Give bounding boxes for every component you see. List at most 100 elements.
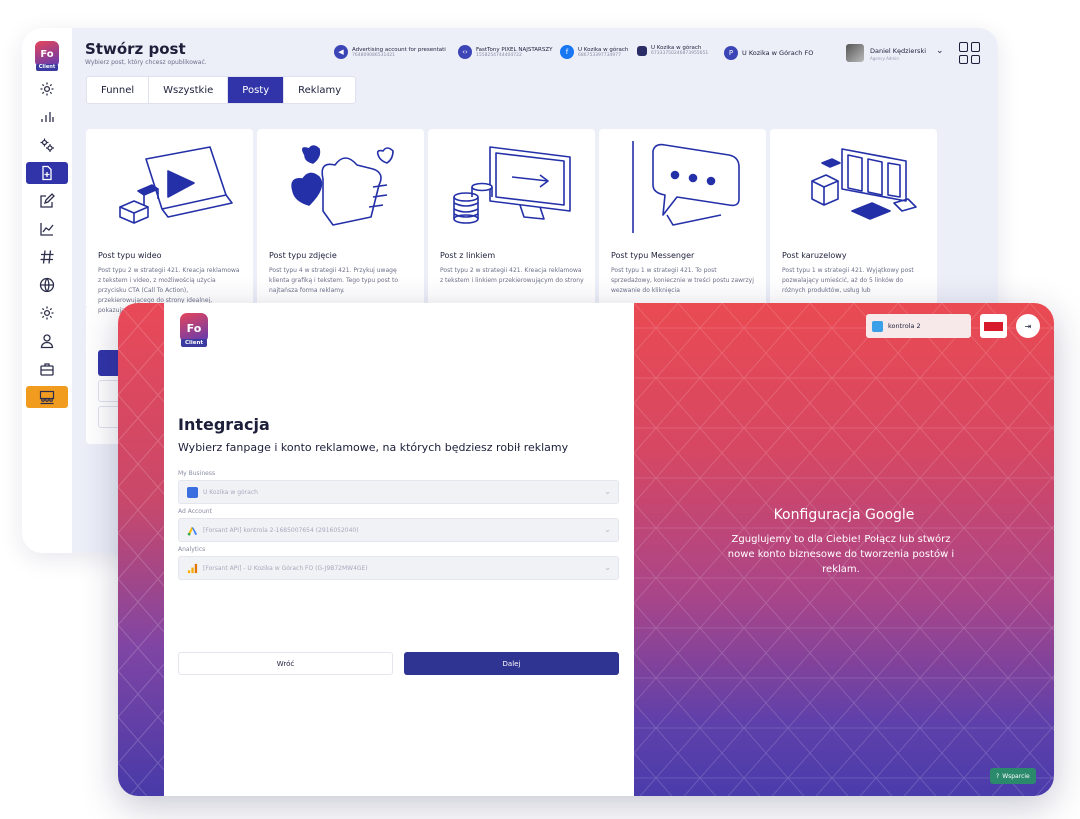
avatar[interactable] xyxy=(846,44,864,62)
account-chip-label: kontrola 2 xyxy=(888,322,921,330)
integration-modal: Fo Client Integracja Wybierz fanpage i k… xyxy=(118,303,1054,796)
new-document-icon[interactable] xyxy=(26,162,68,184)
triangle-pattern xyxy=(118,303,164,796)
analytics-select[interactable]: [Forsant API] - U Kozika w Górach FO (G-… xyxy=(178,556,619,580)
tab-all[interactable]: Wszystkie xyxy=(149,77,229,103)
tab-funnel[interactable]: Funnel xyxy=(87,77,150,103)
pixel-name: FastTony PIXEL NAJSTARSZY xyxy=(476,46,553,53)
post-type-card-image[interactable]: Post typu zdjęcie Post typu 4 w strategi… xyxy=(257,129,424,309)
card-description: Post typu 1 w strategii 421. To post spr… xyxy=(611,267,754,294)
user-name: Daniel Kędzierski xyxy=(870,47,927,55)
sidebar: Fo Client xyxy=(22,28,72,553)
page-title: Stwórz post xyxy=(85,40,186,58)
analytics-label: Analytics xyxy=(178,546,206,553)
bar-chart-icon[interactable] xyxy=(26,106,68,128)
facebook-icon: f xyxy=(560,45,574,59)
card-description: Post typu 1 w strategii 421. Wyjątkowy p… xyxy=(782,267,914,294)
integration-title: Integracja xyxy=(178,415,270,434)
logo-text: Fo xyxy=(40,48,54,60)
edit-icon[interactable] xyxy=(26,190,68,212)
card-title: Post karuzelowy xyxy=(782,251,847,260)
logo-text: Fo xyxy=(186,321,202,335)
fanpage-name: U Kozika w górach xyxy=(578,46,629,53)
like-illustration-icon xyxy=(291,145,394,226)
fanpage-id: 686753397734977 xyxy=(578,52,621,58)
post-type-card-messenger[interactable]: Post typu Messenger Post typu 1 w strate… xyxy=(599,129,766,309)
trend-chart-icon[interactable] xyxy=(26,218,68,240)
page-subtitle: Wybierz post, który chcesz opublikować. xyxy=(85,59,207,66)
my-business-label: My Business xyxy=(178,470,216,477)
business-selector[interactable]: U Kozika w górach 67333750246873955651 xyxy=(637,45,708,56)
language-flag-button[interactable] xyxy=(980,314,1007,338)
account-name: Advertising account for presentati xyxy=(352,46,446,53)
card-title: Post typu zdjęcie xyxy=(269,251,337,260)
screenshot-stage: Fo Client Stwórz post Wybierz post, któr… xyxy=(0,0,1080,819)
card-description: Post typu 4 w strategii 421. Przykuj uwa… xyxy=(269,267,398,294)
integration-form-panel xyxy=(164,303,634,796)
card-title: Post typu wideo xyxy=(98,251,162,260)
logo-subtext: Client xyxy=(36,64,58,71)
chevron-down-icon[interactable]: ⌄ xyxy=(936,46,944,56)
logout-icon[interactable]: ⇥ xyxy=(1016,314,1040,338)
business-icon xyxy=(637,45,647,56)
chevron-down-icon: ⌄ xyxy=(604,563,611,572)
google-config-title: Konfiguracja Google xyxy=(773,507,915,523)
pinterest-selector[interactable]: P U Kozika w Górach FO xyxy=(724,46,813,60)
pinterest-name: U Kozika w Górach FO xyxy=(742,49,814,57)
account-chip[interactable]: kontrola 2 xyxy=(866,314,971,338)
app-logo[interactable]: Fo Client xyxy=(180,313,208,347)
post-type-card-video[interactable]: Post typu wideo Post typu 2 w strategii … xyxy=(86,129,253,314)
post-type-card-link[interactable]: Post z linkiem Post typu 2 w strategii 4… xyxy=(428,129,595,309)
hashtag-icon[interactable] xyxy=(26,246,68,268)
analytics-icon xyxy=(187,563,198,573)
chevron-down-icon: ⌄ xyxy=(604,525,611,534)
help-icon: ? xyxy=(996,772,1000,780)
back-button[interactable]: Wróć xyxy=(178,652,393,675)
my-business-value: U Kozika w górach xyxy=(203,488,258,496)
google-ads-icon xyxy=(187,526,198,536)
account-id: 764809086531421 xyxy=(352,52,395,58)
gears-icon[interactable] xyxy=(26,134,68,156)
globe-icon[interactable] xyxy=(26,274,68,296)
logo-subtext: Client xyxy=(181,339,207,347)
app-logo[interactable]: Fo Client xyxy=(35,41,59,71)
pixel-selector[interactable]: ‹› FastTony PIXEL NAJSTARSZY 155825474440… xyxy=(458,45,552,59)
chevron-down-icon: ⌄ xyxy=(604,487,611,496)
tab-bar: Funnel Wszystkie Posty Reklamy xyxy=(86,76,357,104)
flag-icon xyxy=(984,321,1003,331)
support-label: Wsparcie xyxy=(1002,772,1030,780)
team-icon[interactable] xyxy=(26,386,68,408)
monitor-illustration-icon xyxy=(453,146,571,224)
card-title: Post z linkiem xyxy=(440,251,496,260)
account-icon xyxy=(872,320,883,332)
carousel-illustration-icon xyxy=(811,148,917,220)
support-button[interactable]: ? Wsparcie xyxy=(990,768,1036,784)
gradient-strip xyxy=(118,303,164,796)
integration-subtitle: Wybierz fanpage i konto reklamowe, na kt… xyxy=(178,441,569,454)
code-icon: ‹› xyxy=(458,45,472,59)
business-id: 67333750246873955651 xyxy=(651,51,709,56)
google-config-description: Zguglujemy to dla Ciebie! Połącz lub stw… xyxy=(727,534,955,575)
tab-posts[interactable]: Posty xyxy=(228,77,285,103)
video-illustration-icon xyxy=(119,146,233,224)
tab-ads[interactable]: Reklamy xyxy=(284,77,355,103)
ad-account-selector[interactable]: ◀ Advertising account for presentati 7648… xyxy=(334,45,446,59)
user-icon[interactable] xyxy=(26,330,68,352)
apps-grid-icon[interactable] xyxy=(959,42,981,64)
briefcase-icon[interactable] xyxy=(26,358,68,380)
settings-icon[interactable] xyxy=(26,78,68,100)
fanpage-selector[interactable]: f U Kozika w górach 686753397734977 xyxy=(560,45,628,59)
ad-account-value: [Forsant API] kontrola 2-1685007654 (291… xyxy=(203,526,359,534)
pixel-id: 1558254744404722 xyxy=(476,52,522,58)
card-description: Post typu 2 w strategii 421. Kreacja rek… xyxy=(440,267,584,284)
config-icon[interactable] xyxy=(26,302,68,324)
business-icon xyxy=(187,486,198,498)
ad-account-label: Ad Account xyxy=(178,508,212,515)
my-business-select[interactable]: U Kozika w górach ⌄ xyxy=(178,480,619,504)
chat-bubble-illustration-icon xyxy=(632,141,740,233)
card-title: Post typu Messenger xyxy=(611,251,695,260)
pinterest-icon: P xyxy=(724,46,738,60)
next-button[interactable]: Dalej xyxy=(404,652,619,675)
ad-account-select[interactable]: [Forsant API] kontrola 2-1685007654 (291… xyxy=(178,518,619,542)
post-type-card-carousel[interactable]: Post karuzelowy Post typu 1 w strategii … xyxy=(770,129,937,309)
